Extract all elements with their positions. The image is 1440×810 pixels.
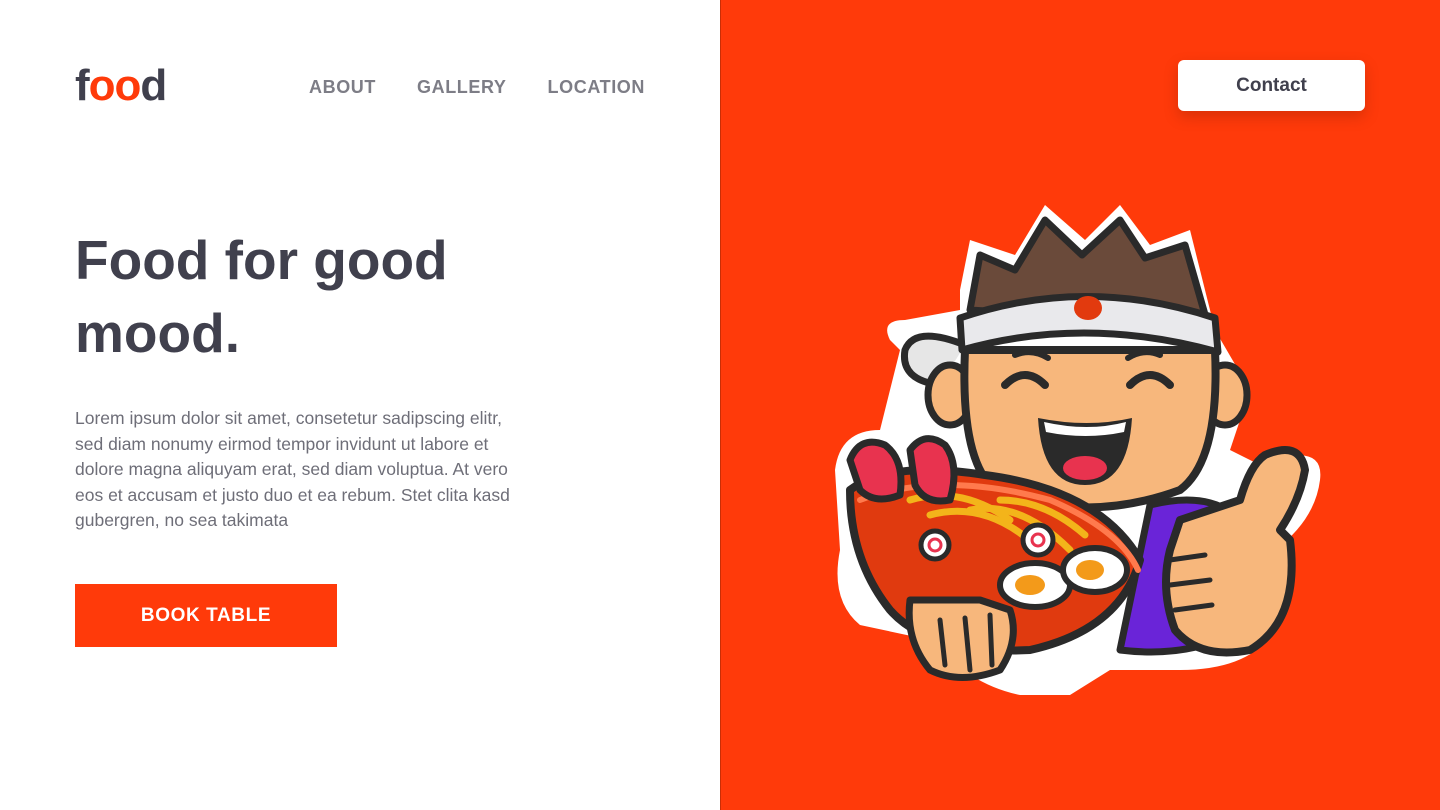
ramen-naruto — [918, 528, 952, 562]
ramen-meat-slice — [906, 435, 958, 505]
mascot-left-hand — [905, 596, 1017, 681]
nav-link-gallery[interactable]: GALLERY — [417, 76, 507, 98]
ramen-chef-mascot-illustration — [835, 205, 1321, 695]
left-panel: food ABOUT GALLERY LOCATION Food for goo… — [0, 0, 720, 810]
logo-letters-oo: oo — [88, 61, 142, 110]
ramen-egg-yolk — [1076, 560, 1104, 580]
mascot-tongue — [1063, 456, 1107, 480]
book-table-button[interactable]: BOOK TABLE — [75, 584, 337, 647]
ramen-meat-slice — [846, 438, 905, 503]
logo-letter-d: d — [140, 61, 167, 110]
hero-title: Food for good mood. — [75, 229, 448, 364]
ramen-egg-yolk — [1015, 575, 1045, 595]
contact-button[interactable]: Contact — [1178, 60, 1365, 111]
nav-link-location[interactable]: LOCATION — [548, 76, 645, 98]
ramen-naruto — [1020, 522, 1056, 558]
brand-logo[interactable]: food — [75, 61, 167, 110]
main-nav: ABOUT GALLERY LOCATION — [309, 76, 645, 98]
nav-link-about[interactable]: ABOUT — [309, 76, 376, 98]
hero-description: Lorem ipsum dolor sit amet, consetetur s… — [75, 408, 510, 530]
logo-letter-f: f — [75, 61, 90, 110]
mascot-headband-sun-dot — [1074, 296, 1102, 320]
